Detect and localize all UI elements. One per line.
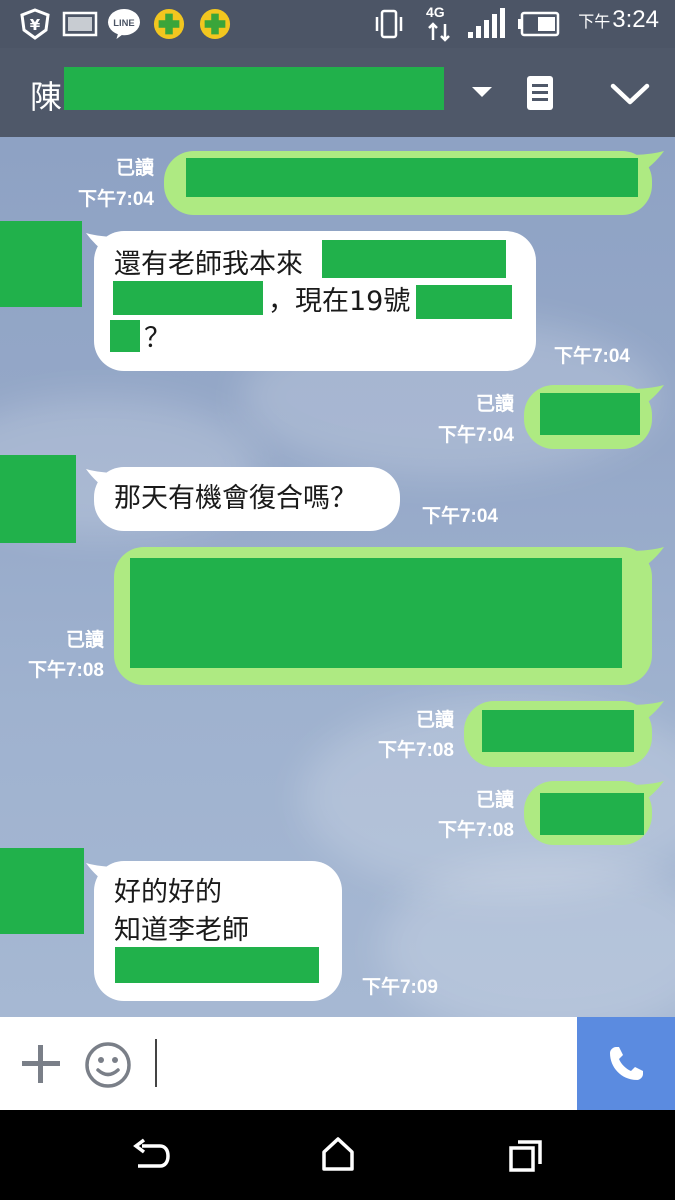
emoji-icon[interactable] bbox=[84, 1041, 132, 1089]
message-text: 知道李老師 bbox=[114, 915, 249, 946]
read-receipt: 已讀 bbox=[65, 630, 104, 651]
redacted-text bbox=[110, 320, 140, 352]
dropdown-arrow-icon[interactable] bbox=[470, 84, 494, 100]
plus-app-icon bbox=[199, 8, 231, 40]
redacted-text bbox=[482, 710, 634, 752]
text-cursor bbox=[155, 1039, 157, 1087]
message-time: 下午7:04 bbox=[553, 346, 630, 367]
status-bar: ¥ LINE 4G 下午3:24 bbox=[0, 0, 675, 48]
read-receipt: 已讀 bbox=[415, 710, 454, 731]
redacted-text bbox=[130, 558, 622, 668]
avatar[interactable] bbox=[0, 455, 76, 543]
redacted-name bbox=[64, 67, 444, 110]
redacted-text bbox=[540, 793, 644, 835]
avatar[interactable] bbox=[0, 848, 84, 934]
message-time: 下午7:08 bbox=[377, 740, 454, 761]
gallery-icon bbox=[62, 11, 98, 37]
message-text: ？ bbox=[144, 323, 171, 354]
redacted-text bbox=[416, 285, 512, 319]
phone-icon bbox=[610, 1047, 643, 1080]
message-input-bar bbox=[0, 1017, 675, 1110]
battery-icon bbox=[518, 11, 560, 37]
chat-header: 陳 bbox=[0, 48, 675, 137]
vibrate-icon bbox=[375, 9, 403, 39]
vpn-icon: ¥ bbox=[20, 8, 50, 40]
read-receipt: 已讀 bbox=[475, 790, 514, 811]
chat-area[interactable]: 已讀 下午7:04 還有老師我本來 ，現在19號 ？ 下午7:04 已讀 下午7… bbox=[0, 137, 675, 1017]
chat-title[interactable]: 陳 bbox=[30, 72, 62, 118]
back-icon[interactable] bbox=[132, 1138, 170, 1172]
chevron-down-icon[interactable] bbox=[610, 82, 650, 106]
system-nav-bar bbox=[0, 1110, 675, 1200]
message-time: 下午7:04 bbox=[437, 425, 514, 446]
notes-icon[interactable] bbox=[524, 74, 556, 112]
redacted-text bbox=[540, 393, 640, 435]
redacted-text bbox=[186, 158, 638, 197]
plus-icon[interactable] bbox=[20, 1043, 62, 1085]
read-receipt: 已讀 bbox=[115, 158, 154, 179]
read-receipt: 已讀 bbox=[475, 394, 514, 415]
message-text: ，現在19號 bbox=[268, 286, 411, 317]
signal-icon bbox=[468, 8, 505, 38]
home-icon[interactable] bbox=[320, 1136, 356, 1172]
line-icon: LINE bbox=[108, 8, 140, 40]
svg-text:LINE: LINE bbox=[113, 17, 134, 28]
message-time: 下午7:08 bbox=[437, 820, 514, 841]
message-text: 那天有機會復合嗎？ bbox=[114, 483, 357, 514]
message-time: 下午7:09 bbox=[361, 977, 438, 998]
call-button[interactable] bbox=[577, 1017, 675, 1110]
svg-text:¥: ¥ bbox=[30, 16, 41, 34]
message-time: 下午7:08 bbox=[27, 660, 104, 681]
message-input[interactable] bbox=[160, 1025, 570, 1103]
message-text: 還有老師我本來 bbox=[114, 249, 303, 280]
recent-apps-icon[interactable] bbox=[508, 1138, 544, 1174]
redacted-text bbox=[113, 281, 263, 315]
redacted-text bbox=[115, 947, 319, 983]
redacted-text bbox=[322, 240, 506, 278]
message-text: 好的好的 bbox=[114, 877, 222, 908]
avatar[interactable] bbox=[0, 221, 82, 307]
status-time: 下午3:24 bbox=[578, 6, 659, 33]
message-time: 下午7:04 bbox=[77, 189, 154, 210]
network-type: 4G bbox=[424, 2, 454, 42]
plus-app-icon bbox=[153, 8, 185, 40]
message-time: 下午7:04 bbox=[421, 506, 498, 527]
